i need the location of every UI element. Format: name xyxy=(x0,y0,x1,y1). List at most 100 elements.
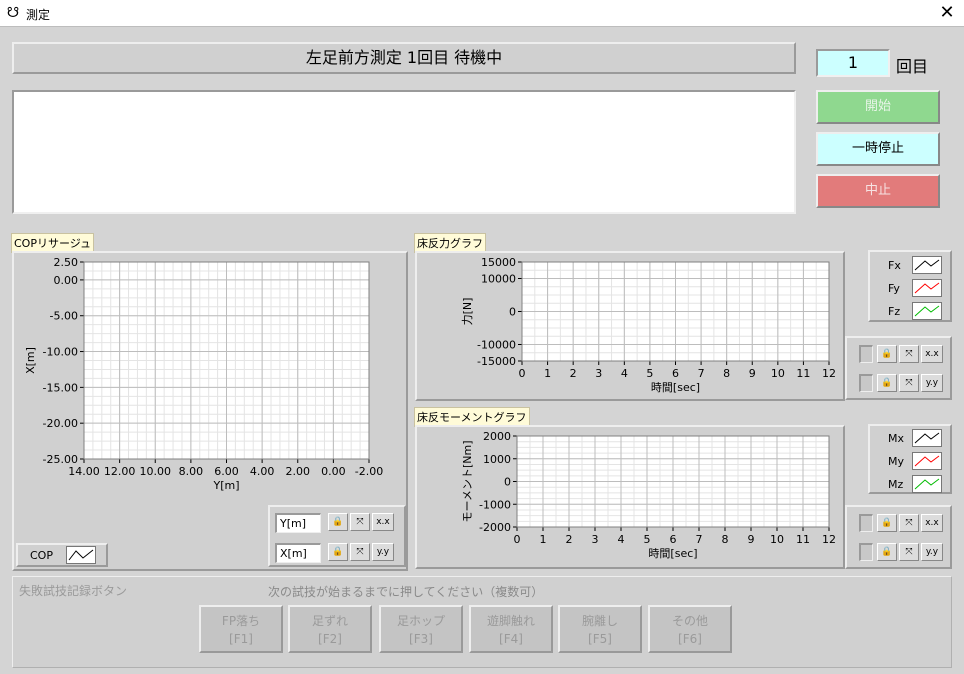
moment-graph-label: 床反モーメントグラフ xyxy=(414,407,530,427)
legend-fy-label: Fy xyxy=(888,282,900,295)
button-label: 遊脚触れ xyxy=(486,614,535,628)
force-x-checkbox[interactable] xyxy=(859,345,873,363)
cop-legend-label: COP xyxy=(30,549,53,562)
force-graph-label: 床反力グラフ xyxy=(414,233,486,253)
legend-mz-swatch[interactable] xyxy=(912,475,942,493)
format-x-icon[interactable]: x.x xyxy=(372,513,394,531)
x-tick-label: 12.00 xyxy=(104,465,136,478)
foot-slip-button[interactable]: 足ずれ [F2] xyxy=(288,605,372,653)
lock-icon[interactable]: 🔒 xyxy=(877,345,897,363)
lock-icon[interactable]: 🔒 xyxy=(328,543,348,561)
y-tick-label: 0 xyxy=(504,476,511,489)
x-tick-label: 11 xyxy=(796,367,810,380)
legend-mz-label: Mz xyxy=(888,478,904,491)
y-tick-label: -5.00 xyxy=(50,310,78,323)
force-axis-tools: 🔒 ⤧ x.x 🔒 ⤧ y.y xyxy=(845,336,952,400)
x-tick-label: 6 xyxy=(670,533,677,546)
format-x-icon[interactable]: x.x xyxy=(921,514,943,532)
x-tick-label: 8.00 xyxy=(179,465,204,478)
message-area xyxy=(12,90,796,214)
lock-icon[interactable]: 🔒 xyxy=(877,374,897,392)
app-icon: ☋ xyxy=(6,5,20,21)
x-tick-label: 2 xyxy=(566,533,573,546)
autoscale-x-icon[interactable]: ⤧ xyxy=(899,345,919,363)
format-y-icon[interactable]: y.y xyxy=(921,374,943,392)
button-label: 足ホップ xyxy=(396,614,445,628)
moment-axis-tools: 🔒 ⤧ x.x 🔒 ⤧ y.y xyxy=(845,505,952,569)
x-tick-label: 4 xyxy=(621,367,628,380)
legend-fz-swatch[interactable] xyxy=(912,302,942,320)
force-legend: Fx Fy Fz xyxy=(868,250,952,322)
trial-count-label: 回目 xyxy=(896,57,929,76)
button-key: [F1] xyxy=(229,632,253,646)
y-tick-label: 15000 xyxy=(481,256,516,269)
autoscale-y-icon[interactable]: ⤧ xyxy=(899,374,919,392)
y-tick-label: 10000 xyxy=(481,273,516,286)
y-tick-label: 0 xyxy=(509,306,516,319)
autoscale-y-icon[interactable]: ⤧ xyxy=(350,543,370,561)
x-tick-label: 0 xyxy=(514,533,521,546)
fp-drop-button[interactable]: FP落ち [F1] xyxy=(199,605,283,653)
button-key: [F5] xyxy=(588,632,612,646)
x-tick-label: 11 xyxy=(796,533,810,546)
x-tick-label: 14.00 xyxy=(68,465,100,478)
legend-my-swatch[interactable] xyxy=(912,452,942,470)
legend-fx-label: Fx xyxy=(888,259,901,272)
y-tick-label: -10000 xyxy=(477,339,516,352)
x-tick-label: -2.00 xyxy=(355,465,383,478)
autoscale-x-icon[interactable]: ⤧ xyxy=(899,514,919,532)
format-x-icon[interactable]: x.x xyxy=(921,345,943,363)
foot-hop-button[interactable]: 足ホップ [F3] xyxy=(379,605,463,653)
x-tick-label: 3 xyxy=(595,367,602,380)
swing-leg-touch-button[interactable]: 遊脚触れ [F4] xyxy=(469,605,553,653)
failure-panel-hint: 次の試技が始まるまでに押してください（複数可） xyxy=(268,585,544,599)
cop-axis-tools: Y[m] 🔒 ⤧ x.x X[m] 🔒 ⤧ y.y xyxy=(268,505,406,567)
pause-button[interactable]: 一時停止 xyxy=(816,132,940,166)
autoscale-x-icon[interactable]: ⤧ xyxy=(350,513,370,531)
button-key: [F6] xyxy=(678,632,702,646)
y-tick-label: -15000 xyxy=(477,355,516,368)
x-tick-label: 8 xyxy=(723,367,730,380)
y-axis-label: 力[N] xyxy=(461,298,474,326)
autoscale-y-icon[interactable]: ⤧ xyxy=(899,543,919,561)
start-button[interactable]: 開始 xyxy=(816,90,940,124)
x-axis-button[interactable]: X[m] xyxy=(275,543,321,563)
format-y-icon[interactable]: y.y xyxy=(372,543,394,561)
button-key: [F3] xyxy=(409,632,433,646)
legend-fx-swatch[interactable] xyxy=(912,256,942,274)
x-tick-label: 9 xyxy=(749,367,756,380)
stop-button[interactable]: 中止 xyxy=(816,174,940,208)
format-y-icon[interactable]: y.y xyxy=(921,543,943,561)
button-key: [F4] xyxy=(499,632,523,646)
x-tick-label: 0 xyxy=(519,367,526,380)
arm-release-button[interactable]: 腕離し [F5] xyxy=(558,605,642,653)
lock-icon[interactable]: 🔒 xyxy=(877,543,897,561)
legend-fy-swatch[interactable] xyxy=(912,279,942,297)
x-tick-label: 6 xyxy=(672,367,679,380)
x-tick-label: 8 xyxy=(722,533,729,546)
other-button[interactable]: その他 [F6] xyxy=(648,605,732,653)
y-tick-label: -2000 xyxy=(479,521,511,534)
window-title: 測定 xyxy=(26,8,51,22)
y-tick-label: -20.00 xyxy=(43,417,78,430)
failure-record-panel: 失敗試技記録ボタン 次の試技が始まるまでに押してください（複数可） FP落ち [F… xyxy=(12,576,952,668)
x-tick-label: 3 xyxy=(592,533,599,546)
y-axis-label: X[m] xyxy=(24,347,37,374)
y-axis-button[interactable]: Y[m] xyxy=(275,513,321,533)
x-tick-label: 10 xyxy=(770,533,784,546)
y-tick-label: -10.00 xyxy=(43,346,78,359)
x-tick-label: 1 xyxy=(544,367,551,380)
cop-legend-swatch[interactable] xyxy=(66,546,96,564)
legend-mx-swatch[interactable] xyxy=(912,429,942,447)
moment-x-checkbox[interactable] xyxy=(859,514,873,532)
x-axis-label: 時間[sec] xyxy=(648,547,697,560)
moment-y-checkbox[interactable] xyxy=(859,543,873,561)
y-tick-label: -1000 xyxy=(479,498,511,511)
lock-icon[interactable]: 🔒 xyxy=(328,513,348,531)
force-y-checkbox[interactable] xyxy=(859,374,873,392)
button-key: [F2] xyxy=(318,632,342,646)
chart-svg: 0 1 2 3 4 5 6 7 8 9 10 11 1215000100000-10000-15000時… xyxy=(461,256,836,394)
lock-icon[interactable]: 🔒 xyxy=(877,514,897,532)
close-button[interactable]: ✕ xyxy=(930,0,964,27)
x-tick-label: 2 xyxy=(570,367,577,380)
